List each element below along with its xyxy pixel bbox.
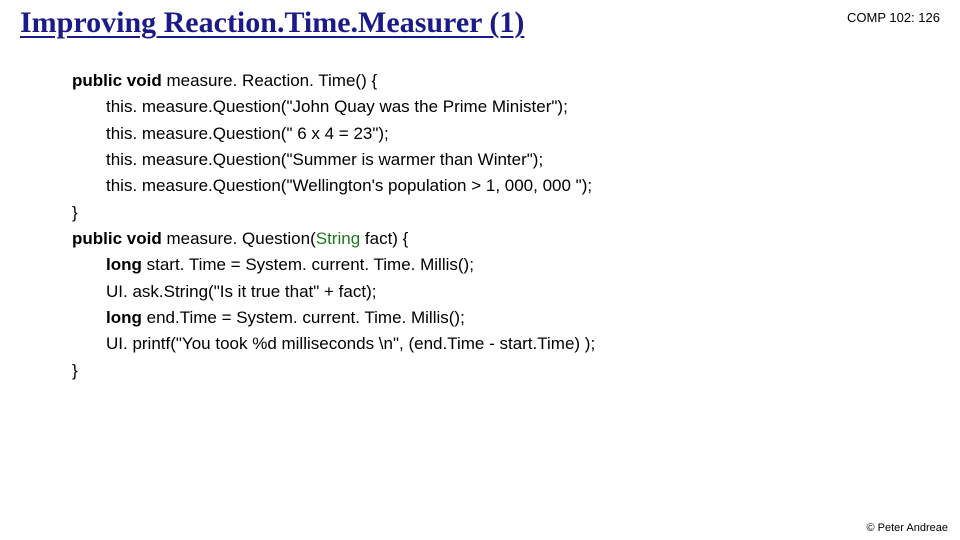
code-line: UI. ask.String("Is it true that" + fact)…: [72, 279, 960, 305]
code-line: this. measure.Question("John Quay was th…: [72, 94, 960, 120]
code-text: end.Time = System. current. Time. Millis…: [142, 308, 465, 327]
code-block: public void measure. Reaction. Time() { …: [72, 68, 960, 384]
footer-copyright: © Peter Andreae: [867, 522, 949, 534]
keyword: long: [106, 308, 142, 327]
code-line: }: [72, 358, 960, 384]
code-line: long end.Time = System. current. Time. M…: [72, 305, 960, 331]
code-text: fact) {: [360, 229, 408, 248]
course-label: COMP 102: 126: [847, 6, 940, 25]
slide-title: Improving Reaction.Time.Measurer (1): [20, 6, 524, 42]
code-line: this. measure.Question("Wellington's pop…: [72, 173, 960, 199]
keyword: public void: [72, 229, 162, 248]
code-line: long start. Time = System. current. Time…: [72, 252, 960, 278]
keyword: long: [106, 255, 142, 274]
code-text: start. Time = System. current. Time. Mil…: [142, 255, 474, 274]
code-line: public void measure. Reaction. Time() {: [72, 68, 960, 94]
code-text: measure. Question(: [162, 229, 316, 248]
code-line: }: [72, 200, 960, 226]
code-line: this. measure.Question(" 6 x 4 = 23");: [72, 121, 960, 147]
code-line: public void measure. Question(String fac…: [72, 226, 960, 252]
type: String: [316, 229, 360, 248]
code-line: this. measure.Question("Summer is warmer…: [72, 147, 960, 173]
code-text: measure. Reaction. Time() {: [162, 71, 377, 90]
code-line: UI. printf("You took %d milliseconds \n"…: [72, 331, 960, 357]
keyword: public void: [72, 71, 162, 90]
